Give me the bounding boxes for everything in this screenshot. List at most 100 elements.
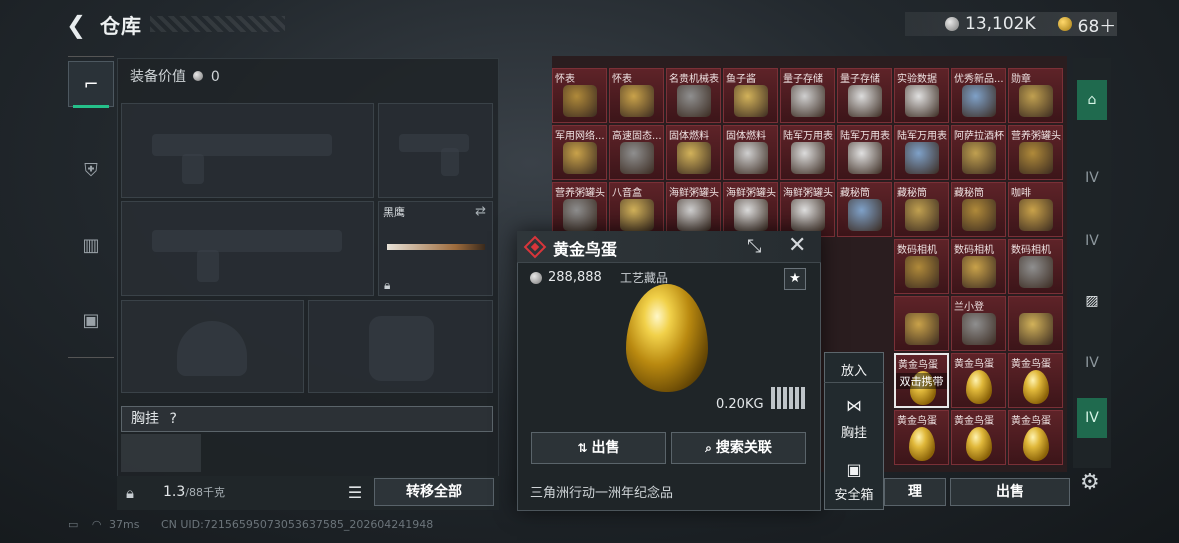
storage-tab-iv-3-icon[interactable]: IV bbox=[1077, 348, 1107, 378]
storage-item-cell[interactable]: 军用网络... bbox=[552, 125, 607, 180]
case-tab-icon[interactable]: ▣ bbox=[68, 297, 114, 343]
storage-item-cell[interactable]: 海鲜粥罐头 bbox=[780, 182, 835, 237]
storage-item-cell[interactable]: 怀表 bbox=[609, 68, 664, 123]
storage-item-label: 量子存储 bbox=[783, 74, 823, 85]
storage-item-cell[interactable]: 优秀新品... bbox=[951, 68, 1006, 123]
swap-icon[interactable]: ⇄ bbox=[475, 204, 486, 219]
storage-item-cell[interactable]: 高速固态... bbox=[609, 125, 664, 180]
melee-slot[interactable]: 黑鹰 ⇄ 🔒︎ bbox=[378, 201, 493, 296]
storage-item-image bbox=[962, 85, 996, 117]
storage-tab-iv-2-icon[interactable]: IV bbox=[1077, 226, 1107, 256]
storage-item-cell[interactable]: 陆军万用表 bbox=[894, 125, 949, 180]
storage-item-cell[interactable]: 陆军万用表 bbox=[837, 125, 892, 180]
ticket-amount[interactable]: 68＋ bbox=[1078, 12, 1117, 37]
knife-image bbox=[387, 244, 485, 250]
storage-item-label: 实验数据 bbox=[897, 74, 937, 85]
put-in-button[interactable]: 放入 bbox=[824, 360, 884, 379]
weight-current: 1.3 bbox=[163, 484, 186, 500]
favorite-star-icon[interactable]: ★ bbox=[784, 268, 806, 290]
storage-item-cell[interactable]: 兰小登 bbox=[951, 296, 1006, 351]
storage-tabs: ⌂ IV IV ▨ IV IV bbox=[1073, 58, 1111, 468]
weight-max: /88千克 bbox=[185, 486, 225, 499]
popup-sell-button[interactable]: ⇅ 出售 bbox=[531, 432, 666, 464]
storage-item-label: 陆军万用表 bbox=[897, 131, 947, 142]
storage-item-cell[interactable]: 固体燃料 bbox=[723, 125, 778, 180]
storage-item-cell[interactable] bbox=[894, 296, 949, 351]
storage-item-cell[interactable]: 黄金鸟蛋 bbox=[1008, 353, 1063, 408]
storage-item-cell[interactable]: 怀表 bbox=[552, 68, 607, 123]
storage-item-image bbox=[909, 427, 935, 461]
transfer-all-button[interactable]: 转移全部 bbox=[374, 478, 494, 506]
storage-item-label: 怀表 bbox=[555, 74, 575, 85]
storage-tab-iv-1-icon[interactable]: IV bbox=[1077, 163, 1107, 193]
collapse-icon[interactable]: ⤡ bbox=[747, 236, 761, 257]
storage-item-cell[interactable]: 藏秘筒 bbox=[951, 182, 1006, 237]
weight-readout: 1.3/88千克 bbox=[163, 484, 225, 500]
storage-item-image bbox=[791, 142, 825, 174]
storage-item-cell[interactable]: 黄金鸟蛋 bbox=[951, 353, 1006, 408]
storage-item-image bbox=[563, 85, 597, 117]
storage-tab-selected-icon[interactable]: ▨ bbox=[1077, 286, 1107, 316]
lock-icon[interactable]: 🔒︎ bbox=[126, 484, 134, 502]
storage-item-cell[interactable]: 勋章 bbox=[1008, 68, 1063, 123]
pistol-slot[interactable] bbox=[378, 103, 493, 198]
popup-search-button[interactable]: ⌕ 搜索关联 bbox=[671, 432, 806, 464]
storage-item-cell[interactable]: 数码相机 bbox=[951, 239, 1006, 294]
primary-weapon-slot[interactable] bbox=[121, 103, 374, 198]
storage-item-cell[interactable]: 藏秘筒 bbox=[894, 182, 949, 237]
storage-home-icon[interactable]: ⌂ bbox=[1077, 80, 1107, 120]
weapon-tab-icon[interactable]: ⌐ bbox=[68, 61, 114, 108]
storage-item-cell[interactable]: 咖啡 bbox=[1008, 182, 1063, 237]
storage-item-label: 藏秘筒 bbox=[840, 188, 870, 199]
storage-item-cell[interactable]: 数码相机 bbox=[1008, 239, 1063, 294]
storage-item-label: 陆军万用表 bbox=[840, 131, 890, 142]
list-view-icon[interactable]: ☰ bbox=[344, 482, 366, 504]
chest-rig-bar[interactable]: 胸挂 ? bbox=[121, 406, 493, 432]
storage-item-cell[interactable]: 黄金鸟蛋 bbox=[951, 410, 1006, 465]
storage-item-cell[interactable]: 海鲜粥罐头 bbox=[723, 182, 778, 237]
storage-item-image bbox=[677, 142, 711, 174]
storage-item-cell[interactable]: 陆军万用表 bbox=[780, 125, 835, 180]
storage-item-cell[interactable]: 营养粥罐头 bbox=[1008, 125, 1063, 180]
storage-item-cell[interactable]: 量子存储 bbox=[780, 68, 835, 123]
sell-storage-button[interactable]: 出售 bbox=[950, 478, 1070, 506]
storage-item-image bbox=[905, 199, 939, 231]
back-arrow-icon[interactable]: ❮ bbox=[66, 12, 92, 38]
storage-item-cell[interactable]: 数码相机 bbox=[894, 239, 949, 294]
storage-item-image bbox=[1019, 256, 1053, 288]
storage-item-label: 黄金鸟蛋 bbox=[954, 416, 994, 427]
storage-item-image bbox=[905, 85, 939, 117]
coin-icon bbox=[530, 271, 542, 284]
storage-item-cell[interactable]: 八音盒 bbox=[609, 182, 664, 237]
storage-item-cell[interactable]: 黄金鸟蛋 bbox=[1008, 410, 1063, 465]
storage-item-cell[interactable]: 黄金鸟蛋 双击携带 bbox=[894, 353, 949, 408]
chest-rig-slot[interactable] bbox=[121, 434, 201, 472]
helmet-slot[interactable] bbox=[121, 300, 304, 393]
help-icon[interactable]: ? bbox=[169, 411, 176, 427]
storage-item-cell[interactable]: 藏秘筒 bbox=[837, 182, 892, 237]
storage-item-label: 军用网络... bbox=[555, 131, 605, 142]
storage-item-label: 藏秘筒 bbox=[954, 188, 984, 199]
storage-item-cell[interactable]: 量子存储 bbox=[837, 68, 892, 123]
storage-item-cell[interactable] bbox=[1008, 296, 1063, 351]
storage-item-cell[interactable]: 黄金鸟蛋 bbox=[894, 410, 949, 465]
armor-slot[interactable] bbox=[308, 300, 493, 393]
storage-item-cell[interactable]: 阿萨拉酒杯 bbox=[951, 125, 1006, 180]
backpack-tab-icon[interactable]: ▥ bbox=[68, 222, 114, 268]
secondary-weapon-slot[interactable] bbox=[121, 201, 374, 296]
storage-item-cell[interactable]: 固体燃料 bbox=[666, 125, 721, 180]
armor-tab-icon[interactable]: ⛨ bbox=[68, 147, 114, 193]
storage-item-cell[interactable]: 营养粥罐头 bbox=[552, 182, 607, 237]
storage-item-cell[interactable]: 名贵机械表 bbox=[666, 68, 721, 123]
safebox-button[interactable]: 安全箱 bbox=[824, 484, 884, 503]
close-icon[interactable]: ✕ bbox=[788, 233, 806, 258]
arrange-button[interactable]: 理 bbox=[884, 478, 946, 506]
storage-tab-iv-4-icon[interactable]: IV bbox=[1077, 398, 1107, 438]
storage-item-cell[interactable]: 海鲜粥罐头 bbox=[666, 182, 721, 237]
storage-item-image bbox=[677, 199, 711, 231]
settings-gear-icon[interactable]: ⚙ bbox=[1080, 470, 1100, 495]
storage-item-cell[interactable]: 实验数据 bbox=[894, 68, 949, 123]
uid: CN UID:72156595073053637585_202604241948 bbox=[160, 518, 434, 531]
chest-rig-button[interactable]: 胸挂 bbox=[824, 422, 884, 441]
storage-item-cell[interactable]: 鱼子酱 bbox=[723, 68, 778, 123]
